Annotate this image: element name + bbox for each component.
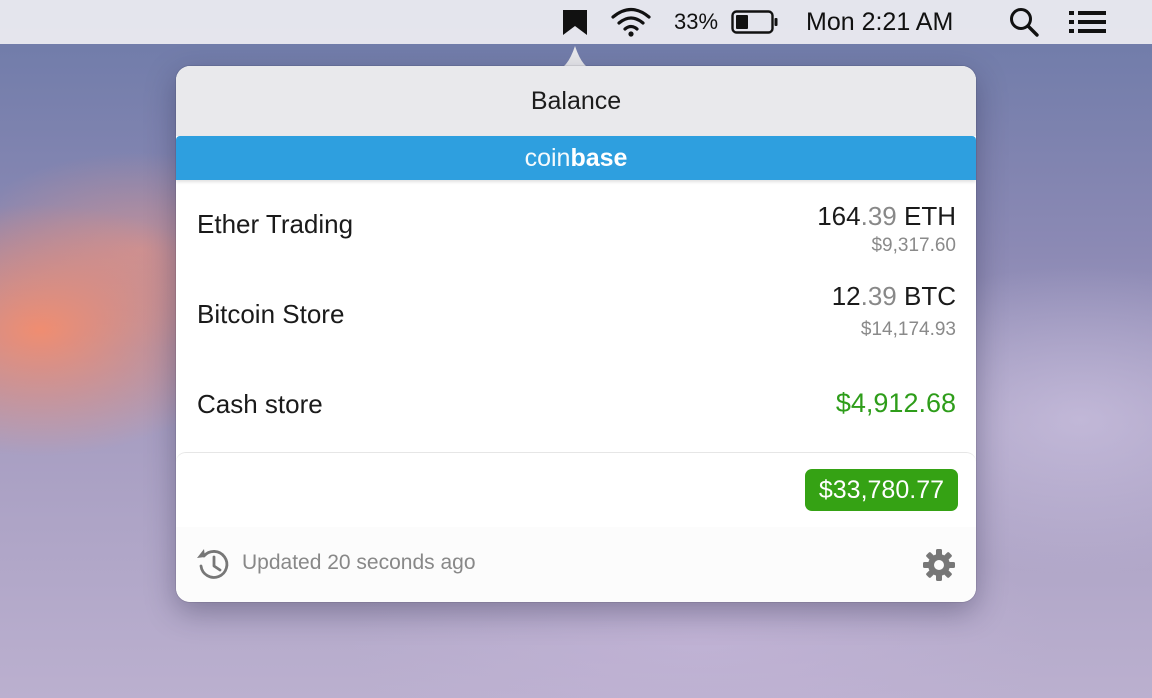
popover-footer: Updated 20 seconds ago <box>176 527 976 602</box>
menu-bar: 33% Mon 2:21 AM <box>0 0 1152 44</box>
account-usd-value: $9,317.60 <box>871 235 956 256</box>
history-icon[interactable] <box>196 547 232 583</box>
last-updated-text: Updated 20 seconds ago <box>242 551 476 574</box>
balance-popover: Balance coin base Ether Trading 164.39 ET… <box>176 66 976 602</box>
total-section: $33,780.77 <box>176 452 976 528</box>
battery-icon[interactable] <box>731 0 779 44</box>
search-icon[interactable] <box>1008 0 1042 44</box>
popover-title: Balance <box>530 86 622 115</box>
account-balance: $4,912.68 <box>835 388 956 418</box>
account-usd-value: $14,174.93 <box>860 319 956 340</box>
brand-text-bold: base <box>570 143 628 172</box>
list-icon[interactable] <box>1068 0 1108 44</box>
account-name: Bitcoin Store <box>197 299 345 329</box>
account-balance: 164.39 ETH <box>817 201 956 231</box>
account-row-ether-trading[interactable]: Ether Trading 164.39 ETH $9,317.60 <box>176 180 976 270</box>
battery-percent: 33% <box>674 9 719 34</box>
brand-text-light: coin <box>524 143 571 172</box>
account-balance: 12.39 BTC <box>831 281 956 311</box>
account-row-cash-store[interactable]: Cash store $4,912.68 <box>176 360 976 452</box>
account-row-bitcoin-store[interactable]: Bitcoin Store 12.39 BTC $14,174.93 <box>176 270 976 360</box>
wifi-icon[interactable] <box>610 0 652 44</box>
account-name: Ether Trading <box>197 209 354 239</box>
coinbase-brand-bar[interactable]: coin base <box>176 136 976 180</box>
total-balance-badge: $33,780.77 <box>804 469 958 511</box>
menubar-clock[interactable]: Mon 2:21 AM <box>806 0 953 44</box>
gear-icon[interactable] <box>921 547 957 583</box>
account-list: Ether Trading 164.39 ETH $9,317.60 Bitco… <box>176 180 976 452</box>
account-name: Cash store <box>197 389 323 419</box>
bookmark-icon[interactable] <box>560 0 592 44</box>
popover-header: Balance <box>176 66 976 136</box>
